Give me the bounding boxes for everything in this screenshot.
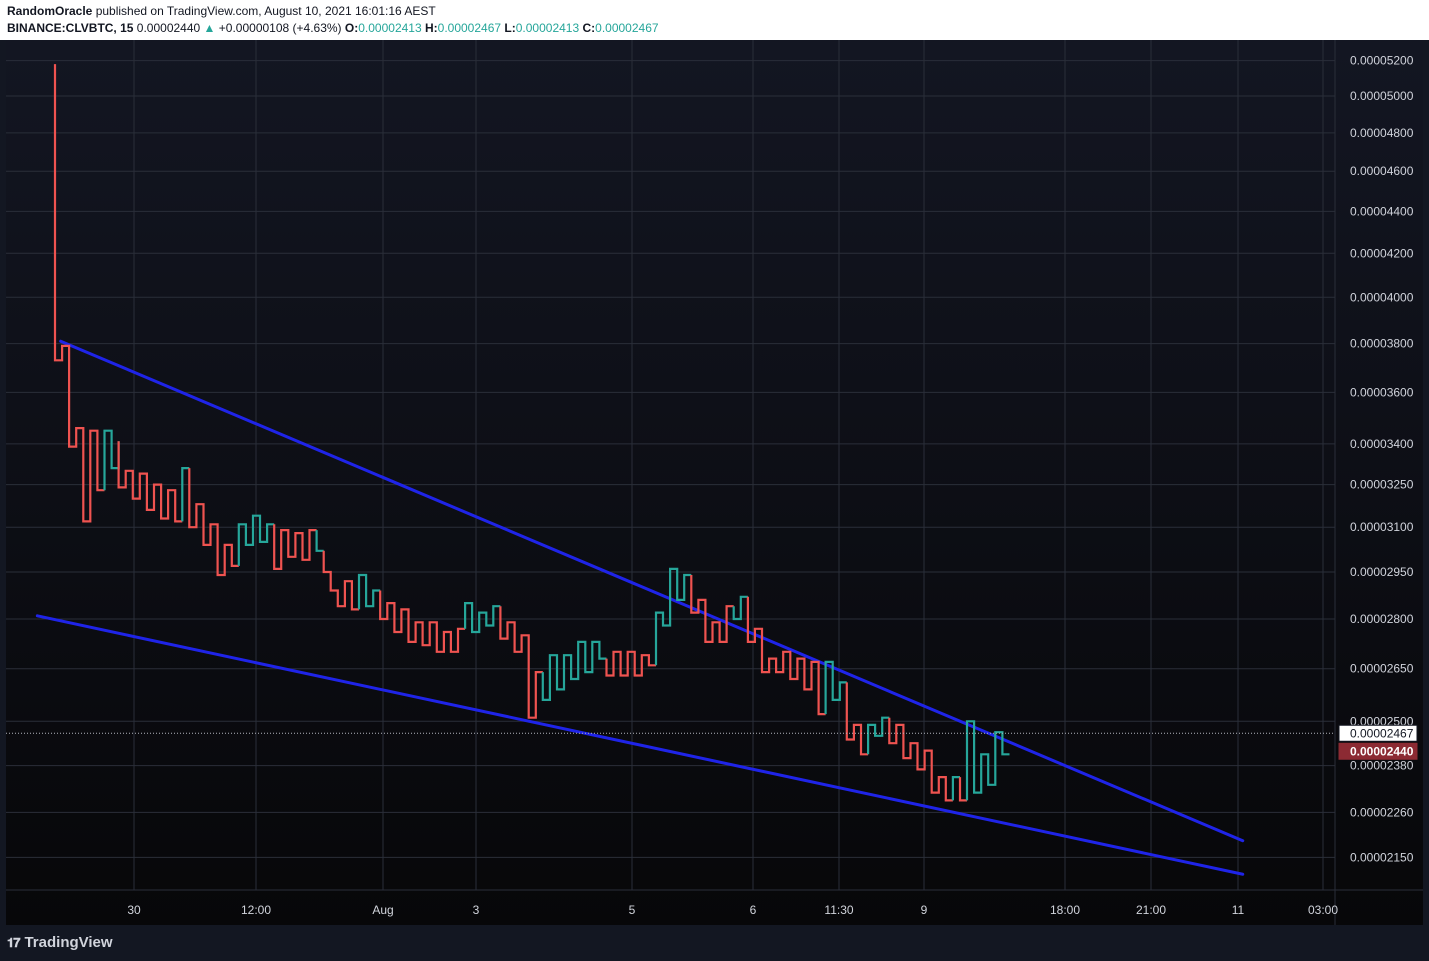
kagi-series: [53, 64, 1010, 802]
kagi-segment-up: [866, 716, 890, 755]
kagi-segment-down: [322, 550, 359, 611]
time-axis[interactable]: 30 12:00 Aug 3 5 6 11:30 9 18:00 21:00 11 03:00: [127, 903, 1338, 917]
kagi-segment-up: [541, 640, 607, 702]
kagi-segment-down: [273, 524, 317, 571]
kagi-segment-down: [690, 575, 734, 644]
price-axis[interactable]: 0.00005200 0.00005000 0.00004800 0.00004600…: [1350, 54, 1414, 865]
kagi-segment-down: [379, 590, 466, 653]
price-tick-label: 0.00002800: [1350, 612, 1414, 626]
time-tick-label: 11:30: [824, 903, 853, 917]
high-value: 0.00002467: [437, 21, 502, 35]
price-tick-label: 0.00005200: [1350, 54, 1414, 68]
author-name[interactable]: RandomOracle: [7, 4, 92, 18]
price-tick-label: 0.00004800: [1350, 126, 1414, 140]
price-tick-label: 0.00003800: [1350, 337, 1414, 351]
time-tick-label: 11: [1232, 903, 1245, 917]
kagi-segment-down: [746, 596, 826, 716]
kagi-segment-down: [117, 441, 183, 523]
low-label: L:: [504, 21, 516, 35]
kagi-chart[interactable]: 0.00005200 0.00005000 0.00004800 0.00004600…: [6, 40, 1423, 925]
tradingview-logo-icon: 𝟏𝟕: [7, 934, 21, 950]
time-tick-label: 6: [750, 903, 757, 917]
symbol-legend: BINANCE:CLVBTC, 15 0.00002440 ▲ +0.00000…: [7, 21, 659, 35]
time-tick-label: 12:00: [241, 903, 271, 917]
kagi-segment-up: [654, 567, 692, 666]
kagi-segment-down: [605, 650, 656, 677]
up-triangle-icon: ▲: [203, 21, 216, 35]
kagi-segment-down: [499, 606, 543, 719]
price-tick-label: 0.00002650: [1350, 662, 1414, 676]
trendlines: [35, 339, 1245, 876]
kagi-segment-up: [315, 530, 324, 552]
kagi-segment-up: [464, 601, 501, 634]
price-tick-label: 0.00002260: [1350, 805, 1414, 819]
publish-info: RandomOracle published on TradingView.co…: [7, 4, 436, 18]
time-tick-label: 03:00: [1308, 903, 1338, 917]
close-value: 0.00002467: [595, 21, 659, 35]
open-value: 0.00002413: [358, 21, 422, 35]
price-tick-label: 0.00002950: [1350, 565, 1414, 579]
time-tick-label: 21:00: [1136, 903, 1166, 917]
price-tag-high-label: 0.00002467: [1350, 726, 1414, 740]
price-tick-label: 0.00003100: [1350, 520, 1414, 534]
price-tick-label: 0.00004600: [1350, 164, 1414, 178]
last-price: 0.00002440: [136, 21, 201, 35]
kagi-segment-down: [888, 717, 953, 802]
time-tick-label: 3: [473, 903, 480, 917]
time-tick-label: Aug: [372, 903, 393, 917]
symbol-name[interactable]: BINANCE:CLVBTC, 15: [7, 21, 133, 35]
kagi-segment-down: [845, 682, 869, 756]
price-tick-label: 0.00004000: [1350, 290, 1414, 304]
price-tick-label: 0.00005000: [1350, 89, 1414, 103]
tradingview-logo[interactable]: 𝟏𝟕 TradingView: [7, 934, 113, 951]
open-label: O:: [344, 21, 359, 35]
price-change: +0.00000108 (+4.63%): [218, 21, 342, 35]
high-label: H:: [424, 21, 438, 35]
kagi-segment-up: [357, 573, 381, 610]
price-tags: 0.00002467 0.00002440: [1338, 724, 1418, 760]
published-text: published on TradingView.com, August 10,…: [95, 4, 436, 18]
time-tick-label: 5: [629, 903, 636, 917]
price-tag-last-label: 0.00002440: [1350, 744, 1414, 758]
publish-header: RandomOracle published on TradingView.co…: [0, 0, 1429, 40]
trendline-lower: [35, 614, 1245, 876]
price-tick-label: 0.00003400: [1350, 437, 1414, 451]
tradingview-logo-text: TradingView: [24, 934, 113, 951]
axis-frame: [6, 40, 1423, 925]
low-value: 0.00002413: [515, 21, 580, 35]
kagi-segment-up: [103, 429, 120, 491]
close-label: C:: [582, 21, 596, 35]
time-tick-label: 9: [921, 903, 928, 917]
time-tick-label: 18:00: [1050, 903, 1080, 917]
footer: [0, 925, 1429, 961]
kagi-segment-up: [732, 595, 748, 621]
grid-lines: [6, 40, 1335, 890]
price-tick-label: 0.00003600: [1350, 385, 1414, 399]
price-tick-label: 0.00002150: [1350, 850, 1414, 864]
price-tick-label: 0.00003250: [1350, 478, 1414, 492]
price-tick-label: 0.00004400: [1350, 204, 1414, 218]
price-tick-label: 0.00004200: [1350, 246, 1414, 260]
price-tick-label: 0.00002380: [1350, 759, 1414, 773]
time-tick-label: 30: [127, 903, 141, 917]
chart-panel[interactable]: 0.00005200 0.00005000 0.00004800 0.00004600…: [6, 40, 1423, 925]
